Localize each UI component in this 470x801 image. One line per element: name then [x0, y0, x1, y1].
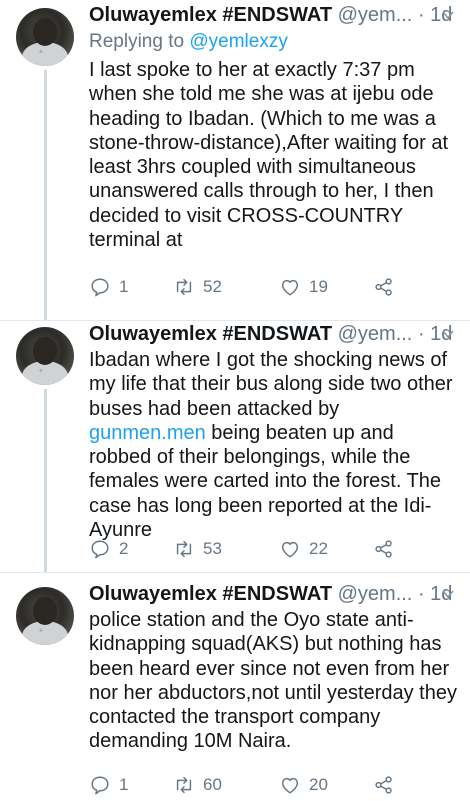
retweet-icon [176, 540, 192, 558]
reply-button[interactable]: 2 [89, 535, 128, 563]
share-button[interactable] [373, 273, 403, 301]
author-name[interactable]: Oluwayemlex #ENDSWAT [89, 583, 332, 605]
retweet-button[interactable]: 52 [173, 273, 222, 301]
tweet-actions: 1 60 20 [89, 771, 419, 799]
author-name[interactable]: Oluwayemlex #ENDSWAT [89, 323, 332, 345]
tweet-3[interactable]: ✦ Oluwayemlex #ENDSWAT @yem... · 1d poli… [0, 572, 470, 801]
retweet-count: 52 [203, 277, 222, 296]
avatar[interactable]: ✦ [16, 587, 74, 645]
like-button[interactable]: 22 [279, 535, 328, 563]
replying-to: Replying to @yemlexzy [89, 31, 288, 52]
retweet-button[interactable]: 53 [173, 535, 222, 563]
reply-mention-link[interactable]: @yemlexzy [189, 31, 287, 52]
reply-count: 1 [119, 277, 129, 296]
thread-connector-line [44, 389, 47, 573]
retweet-icon [176, 776, 192, 794]
tweet-actions: 1 52 19 [89, 273, 419, 301]
tweet-2[interactable]: ✦ Oluwayemlex #ENDSWAT @yem... · 1d Ibad… [0, 320, 470, 573]
chevron-down-icon[interactable] [441, 327, 455, 341]
reply-icon [91, 776, 109, 795]
avatar[interactable]: ✦ [16, 8, 74, 66]
tweet-text: police station and the Oyo state anti-ki… [89, 609, 457, 753]
tweet-actions: 2 53 22 [89, 535, 419, 563]
tweet-header: Oluwayemlex #ENDSWAT @yem... · 1d [89, 581, 461, 609]
reply-button[interactable]: 1 [89, 273, 128, 301]
tweet-text: Ibadan where I got the shocking news of … [89, 349, 453, 542]
tweet-link[interactable]: gunmen.men [89, 422, 206, 444]
share-icon [375, 540, 392, 558]
retweet-count: 60 [203, 775, 222, 794]
thread-connector-line [44, 70, 47, 320]
reply-icon [91, 278, 109, 297]
heart-icon [281, 279, 299, 296]
like-button[interactable]: 19 [279, 273, 328, 301]
author-handle[interactable]: @yem... [338, 4, 413, 26]
retweet-button[interactable]: 60 [173, 771, 222, 799]
reply-count: 1 [119, 775, 129, 794]
heart-icon [281, 541, 299, 558]
author-handle[interactable]: @yem... [338, 323, 413, 345]
reply-icon [91, 540, 109, 559]
share-icon [375, 278, 392, 296]
tweet-header: Oluwayemlex #ENDSWAT @yem... · 1d [89, 2, 461, 30]
author-name[interactable]: Oluwayemlex #ENDSWAT [89, 4, 332, 26]
share-button[interactable] [373, 535, 403, 563]
chevron-down-icon[interactable] [441, 8, 455, 22]
tweet-1[interactable]: ✦ Oluwayemlex #ENDSWAT @yem... · 1d Repl… [0, 0, 470, 320]
like-count: 19 [309, 277, 328, 296]
reply-count: 2 [119, 539, 129, 558]
retweet-icon [176, 278, 192, 296]
share-button[interactable] [373, 771, 403, 799]
like-count: 20 [309, 775, 328, 794]
reply-button[interactable]: 1 [89, 771, 128, 799]
tweet-thread: ✦ Oluwayemlex #ENDSWAT @yem... · 1d Repl… [0, 0, 470, 800]
tweet-header: Oluwayemlex #ENDSWAT @yem... · 1d [89, 321, 461, 349]
retweet-count: 53 [203, 539, 222, 558]
like-count: 22 [309, 539, 328, 558]
share-icon [375, 776, 392, 794]
author-handle[interactable]: @yem... [338, 583, 413, 605]
tweet-text: I last spoke to her at exactly 7:37 pm w… [89, 59, 449, 252]
heart-icon [281, 777, 299, 794]
like-button[interactable]: 20 [279, 771, 328, 799]
chevron-down-icon[interactable] [441, 587, 455, 601]
avatar[interactable]: ✦ [16, 327, 74, 385]
